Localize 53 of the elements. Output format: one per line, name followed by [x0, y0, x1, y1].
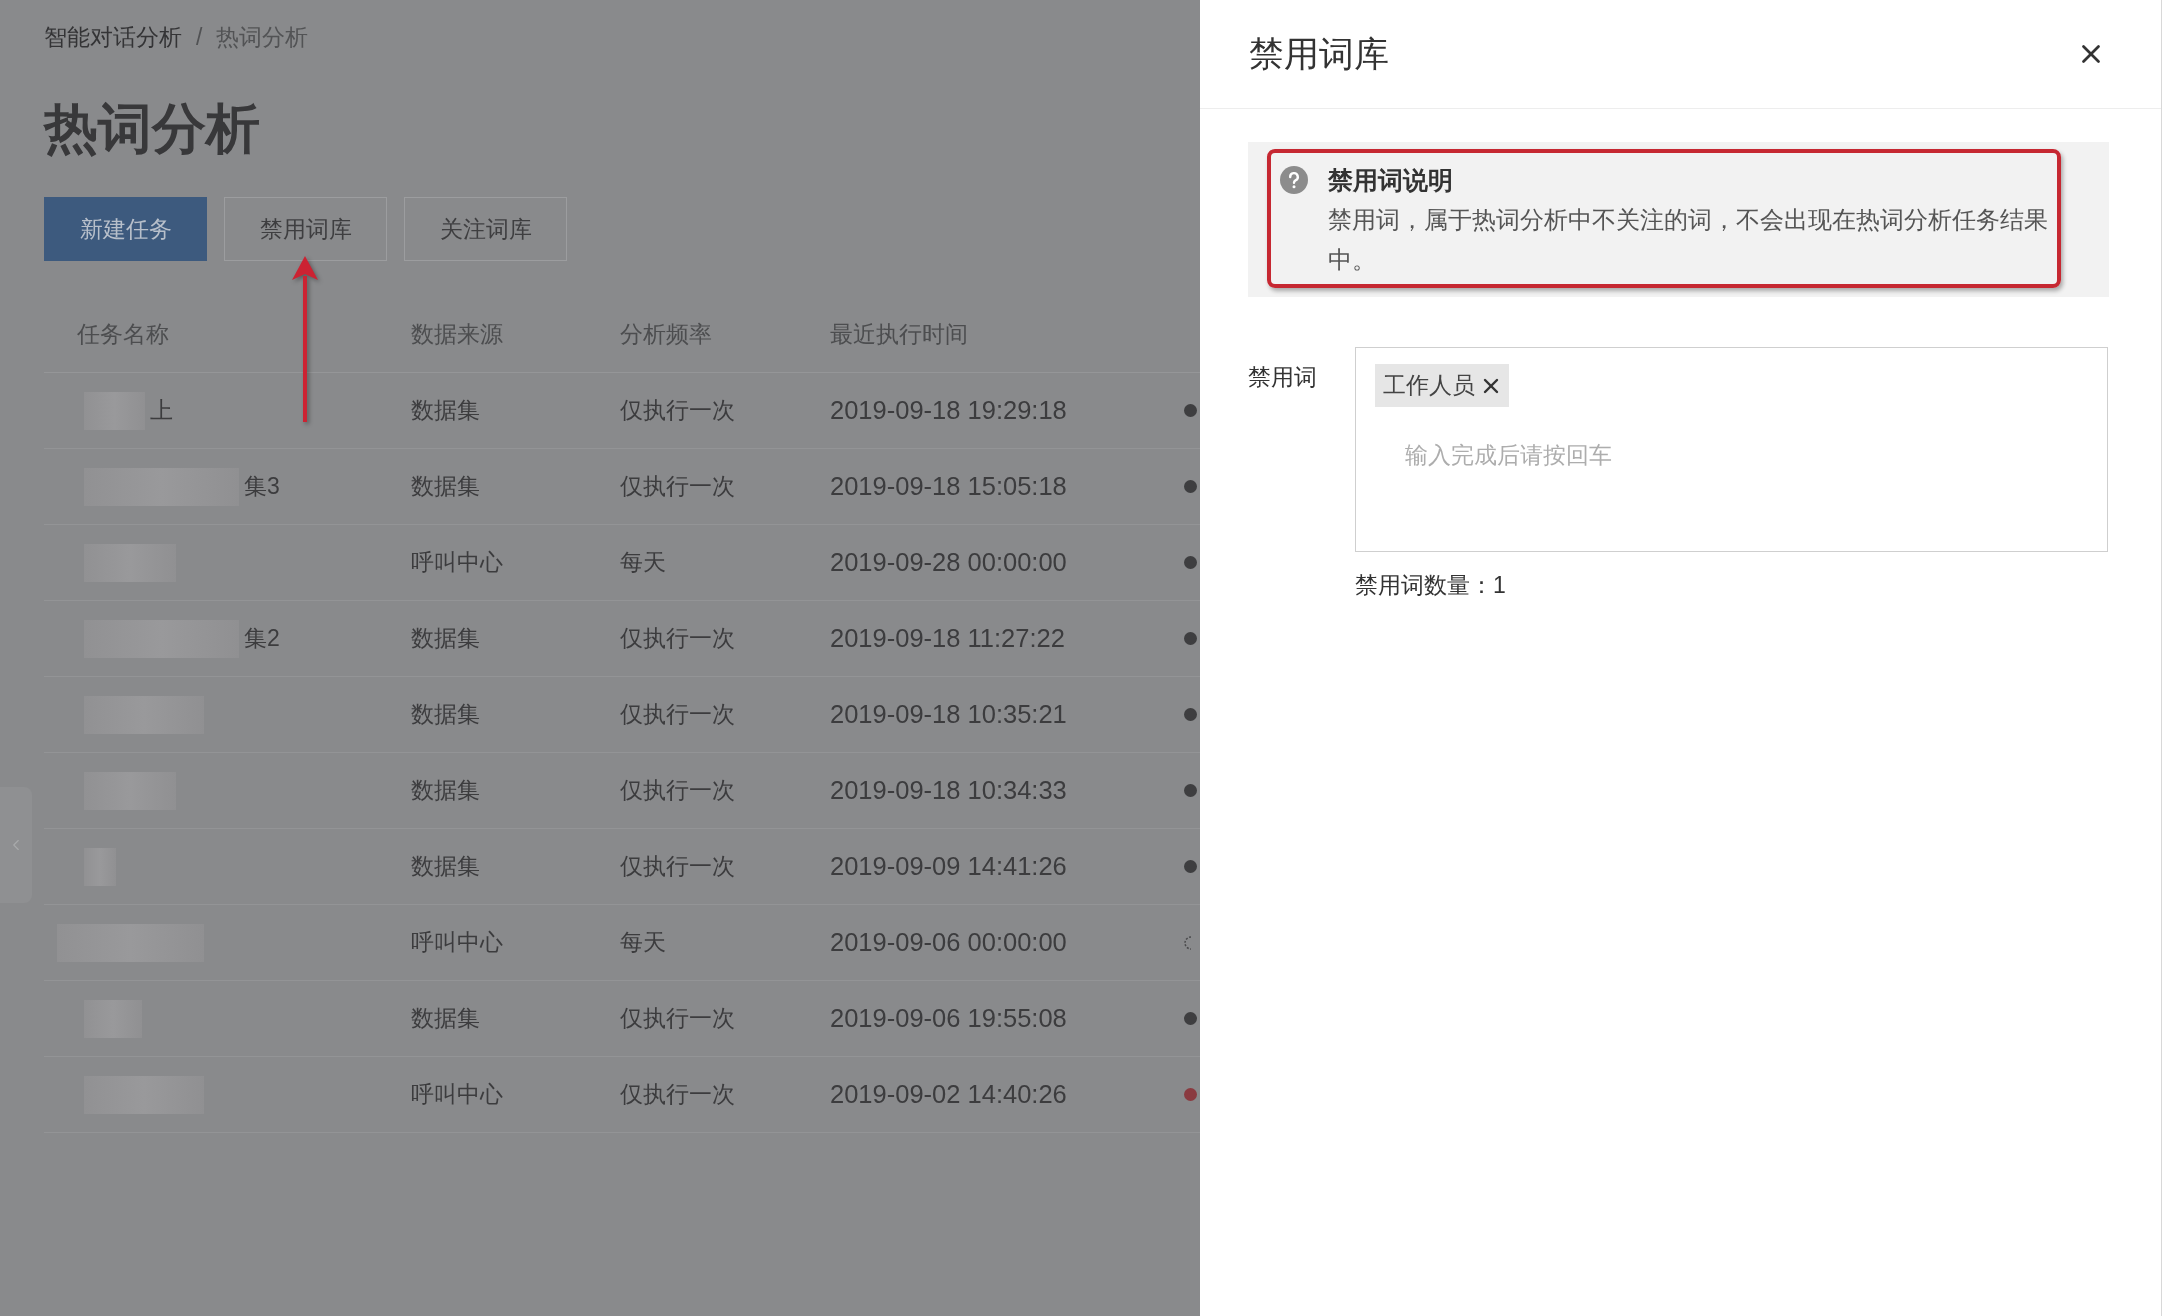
- table-cell: 数据集: [411, 777, 480, 804]
- table-cell: 2019-09-06 19:55:08: [830, 1004, 1067, 1033]
- table-cell: 2019-09-18 10:35:21: [830, 700, 1067, 729]
- table-cell: 每天: [620, 929, 666, 956]
- notice-text: 禁用词，属于热词分析中不关注的词，不会出现在热词分析任务结果中。: [1328, 205, 2049, 275]
- word-tag[interactable]: 工作人员: [1375, 364, 1509, 407]
- table-cell: 数据集: [411, 397, 480, 424]
- table-cell: 数据集: [411, 853, 480, 880]
- table-cell: 2019-09-18 11:27:22: [830, 624, 1065, 653]
- table-cell: 2019-09-18 15:05:18: [830, 472, 1067, 501]
- drawer-title: 禁用词库: [1249, 32, 1389, 75]
- table-cell: 仅执行一次: [620, 473, 735, 500]
- breadcrumb-link[interactable]: 智能对话分析: [44, 19, 182, 55]
- column-header: 分析频率: [620, 321, 712, 348]
- help-icon: [1280, 166, 1308, 194]
- table-cell: 仅执行一次: [620, 397, 735, 424]
- table-cell: 仅执行一次: [620, 1005, 735, 1032]
- column-header: 最近执行时间: [830, 321, 968, 348]
- toolbar-button[interactable]: 关注词库: [404, 197, 567, 261]
- table-cell: 数据集: [411, 701, 480, 728]
- table-cell: 2019-09-02 14:40:26: [830, 1080, 1067, 1109]
- table-cell: 仅执行一次: [620, 777, 735, 804]
- table-cell-text: 上: [150, 396, 173, 426]
- table-cell: 2019-09-18 19:29:18: [830, 396, 1067, 425]
- field-label: 禁用词: [1248, 364, 1317, 390]
- table-cell: 仅执行一次: [620, 853, 735, 880]
- table-cell: 呼叫中心: [411, 549, 503, 576]
- loading-spinner-icon: [1184, 935, 1192, 950]
- table-cell: 每天: [620, 549, 666, 576]
- table-cell: 仅执行一次: [620, 1081, 735, 1108]
- table-cell: 2019-09-18 10:34:33: [830, 776, 1067, 805]
- column-header: 数据来源: [411, 321, 503, 348]
- toolbar-button[interactable]: 禁用词库: [224, 197, 387, 261]
- table-cell: 呼叫中心: [411, 929, 503, 956]
- breadcrumb-separator: /: [196, 22, 203, 52]
- column-header: 任务名称: [77, 321, 169, 348]
- table-cell: 数据集: [411, 1005, 480, 1032]
- collapse-handle[interactable]: [0, 787, 32, 903]
- table-cell-text: 集3: [244, 472, 280, 502]
- notice-title: 禁用词说明: [1328, 165, 1453, 196]
- table-cell: 2019-09-28 00:00:00: [830, 548, 1067, 577]
- table-cell: 2019-09-09 14:41:26: [830, 852, 1067, 881]
- table-cell: 数据集: [411, 625, 480, 652]
- page-title: 热词分析: [44, 101, 260, 155]
- table-cell: 2019-09-06 00:00:00: [830, 928, 1067, 957]
- table-cell: 仅执行一次: [620, 625, 735, 652]
- toolbar-button[interactable]: 新建任务: [44, 197, 207, 261]
- table-cell: 仅执行一次: [620, 701, 735, 728]
- banned-words-field[interactable]: 工作人员 输入完成后请按回车: [1355, 347, 2108, 552]
- table-cell-text: 集2: [244, 624, 280, 654]
- table-cell: 数据集: [411, 473, 480, 500]
- word-count: 禁用词数量：1: [1355, 571, 1506, 600]
- table-cell: 呼叫中心: [411, 1081, 503, 1108]
